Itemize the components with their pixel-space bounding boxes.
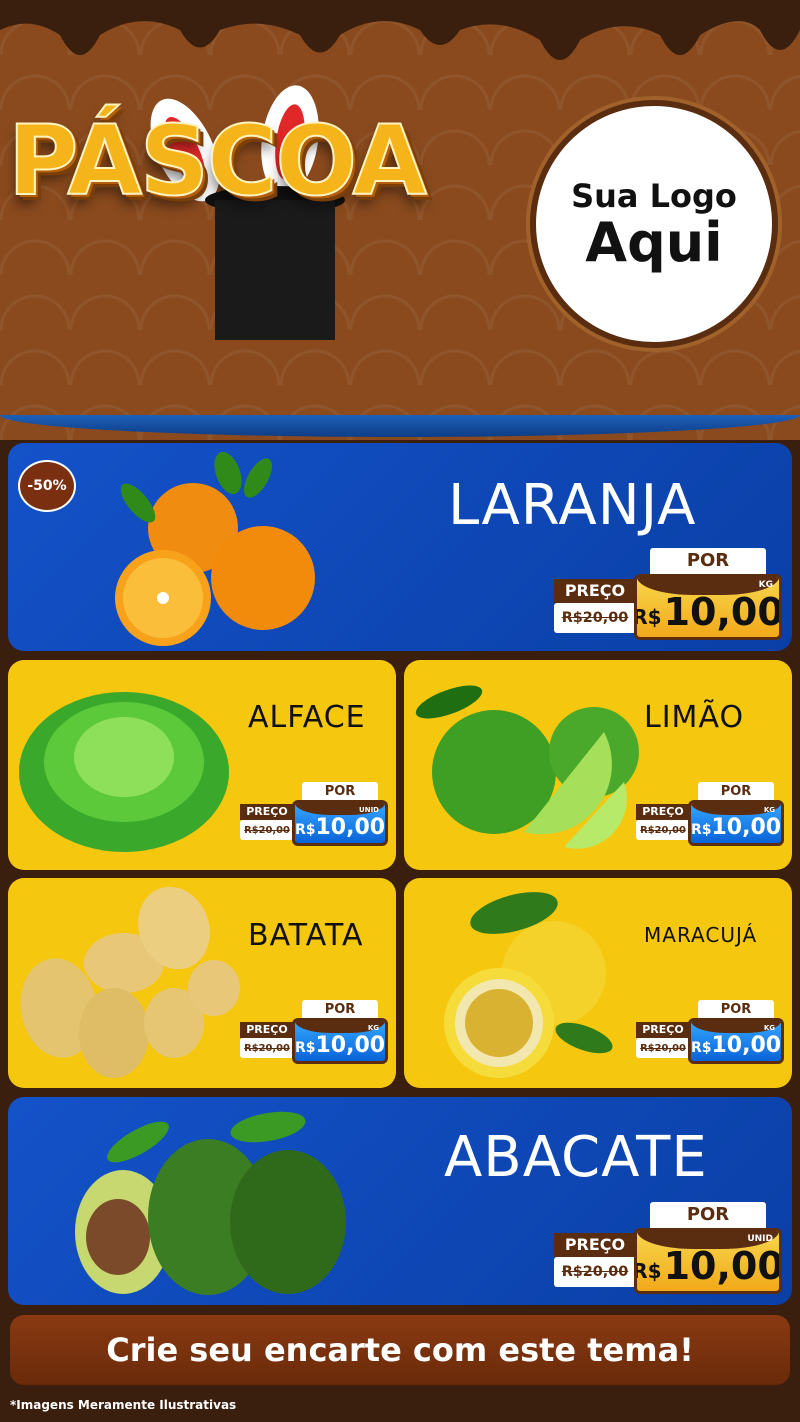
- price-value: 10,00: [711, 1033, 782, 1058]
- header: PÁSCOA Sua Logo Aqui: [0, 0, 800, 440]
- product-name: ALFACE: [248, 700, 366, 735]
- price-value: 10,00: [315, 1033, 386, 1058]
- old-price-value: R$20,00: [244, 1042, 290, 1054]
- avocado-icon: [75, 1111, 346, 1295]
- por-label: POR: [698, 1000, 774, 1020]
- price-value: 10,00: [663, 590, 782, 634]
- product-name: LARANJA: [448, 473, 697, 538]
- product-card-maracuja[interactable]: MARACUJÁ POR PREÇO R$20,00 KG R$ 10,00: [404, 878, 792, 1088]
- chocolate-drip: [0, 0, 800, 60]
- old-price: R$20,00: [636, 820, 690, 840]
- passion-fruit-icon: [444, 892, 613, 1078]
- product-card-alface[interactable]: ALFACE POR PREÇO R$20,00 UNID R$ 10,00: [8, 660, 396, 870]
- old-price-value: R$20,00: [244, 824, 290, 836]
- por-label: POR: [302, 782, 378, 802]
- product-name: MARACUJÁ: [644, 923, 758, 947]
- potato-icon: [20, 886, 240, 1078]
- logo-line-1: Sua Logo: [571, 176, 737, 215]
- old-price-value: R$20,00: [640, 824, 686, 836]
- price-value: 10,00: [315, 815, 386, 840]
- currency: R$: [690, 1040, 712, 1056]
- unit-label: KG: [763, 1024, 775, 1032]
- old-price-value: R$20,00: [561, 610, 629, 626]
- lime-icon: [415, 685, 639, 849]
- product-card-batata[interactable]: BATATA POR PREÇO R$20,00 KG R$ 10,00: [8, 878, 396, 1088]
- product-name: BATATA: [248, 918, 364, 953]
- unit-label: UNID: [359, 806, 379, 814]
- por-label: POR: [650, 548, 766, 574]
- old-price: R$20,00: [554, 1257, 636, 1287]
- preco-label: PREÇO: [636, 1022, 690, 1038]
- old-price-value: R$20,00: [561, 1264, 629, 1280]
- cta-banner[interactable]: Crie seu encarte com este tema!: [10, 1315, 790, 1385]
- page-title: PÁSCOA: [7, 104, 428, 218]
- price-value: 10,00: [711, 815, 782, 840]
- old-price: R$20,00: [636, 1038, 690, 1058]
- preco-label: PREÇO: [554, 579, 636, 603]
- por-label: POR: [698, 782, 774, 802]
- currency: R$: [690, 822, 712, 838]
- currency: R$: [634, 605, 662, 629]
- new-price: KG R$ 10,00: [634, 574, 782, 640]
- old-price: R$20,00: [240, 820, 294, 840]
- lettuce-icon: [19, 692, 229, 852]
- por-label: POR: [302, 1000, 378, 1020]
- footer-disclaimer: *Imagens Meramente Ilustrativas: [10, 1398, 237, 1412]
- unit-label: KG: [367, 1024, 379, 1032]
- logo-line-2: Aqui: [585, 210, 723, 274]
- preco-label: PREÇO: [636, 804, 690, 820]
- new-price: KG R$ 10,00: [688, 800, 784, 846]
- currency: R$: [634, 1259, 662, 1283]
- new-price: KG R$ 10,00: [688, 1018, 784, 1064]
- product-name: ABACATE: [444, 1125, 708, 1190]
- new-price: UNID R$ 10,00: [292, 800, 388, 846]
- price-value: 10,00: [663, 1244, 782, 1288]
- product-card-abacate[interactable]: ABACATE POR PREÇO R$20,00 UNID R$ 10,00: [8, 1097, 792, 1305]
- preco-label: PREÇO: [240, 1022, 294, 1038]
- preco-label: PREÇO: [554, 1233, 636, 1257]
- preco-label: PREÇO: [240, 804, 294, 820]
- currency: R$: [294, 1040, 316, 1056]
- currency: R$: [294, 822, 316, 838]
- product-name: LIMÃO: [644, 700, 745, 735]
- unit-label: KG: [758, 580, 773, 590]
- old-price: R$20,00: [554, 603, 636, 633]
- unit-label: UNID: [747, 1234, 773, 1244]
- product-card-laranja[interactable]: LARANJA POR PREÇO R$20,00 KG R$ 10,00: [8, 443, 792, 651]
- old-price-value: R$20,00: [640, 1042, 686, 1054]
- new-price: UNID R$ 10,00: [634, 1228, 782, 1294]
- orange-icon: [115, 451, 315, 646]
- old-price: R$20,00: [240, 1038, 294, 1058]
- por-label: POR: [650, 1202, 766, 1228]
- product-card-limao[interactable]: LIMÃO POR PREÇO R$20,00 KG R$ 10,00: [404, 660, 792, 870]
- new-price: KG R$ 10,00: [292, 1018, 388, 1064]
- unit-label: KG: [763, 806, 775, 814]
- discount-badge: -50%: [18, 460, 76, 512]
- logo-placeholder: Sua Logo Aqui: [530, 100, 778, 348]
